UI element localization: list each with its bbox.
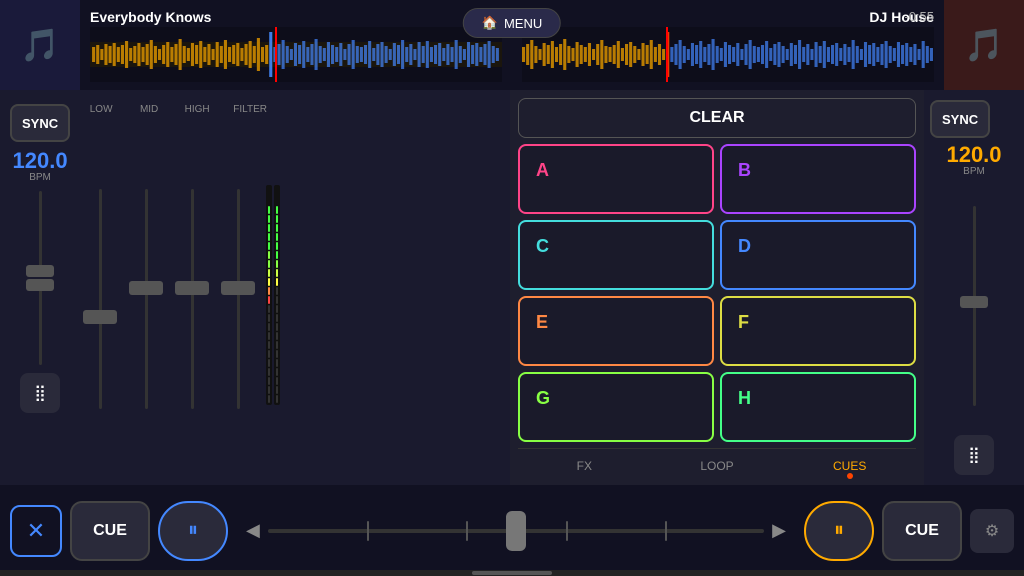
- right-music-note-icon: 🎵: [964, 26, 1004, 64]
- eq-low-handle[interactable]: [83, 310, 117, 324]
- right-pitch-handle[interactable]: [960, 296, 988, 308]
- left-music-note-icon: 🎵: [20, 26, 60, 64]
- right-bpm-value: 120.0: [946, 144, 1001, 166]
- left-track-art: 🎵: [0, 0, 80, 90]
- pitch-mark-3: [566, 521, 568, 541]
- pitch-crossfader: ◀ ▶: [236, 520, 796, 541]
- left-track-info: Everybody Knows -0:25: [80, 4, 512, 87]
- close-icon: ✕: [27, 518, 45, 544]
- cues-panel: CLEAR ABCDEFGH FXLOOPCUES: [510, 90, 924, 485]
- panel-tab-cues[interactable]: CUES: [783, 455, 916, 477]
- cue-pad-f[interactable]: F: [720, 296, 916, 366]
- eq-filter-label: FILTER: [230, 104, 270, 115]
- scroll-thumb: [472, 571, 552, 575]
- left-grid-icon: ⣿: [34, 383, 46, 403]
- right-dots-button[interactable]: ⣿: [954, 435, 994, 475]
- cue-pad-b[interactable]: B: [720, 144, 916, 214]
- eq-high-fader[interactable]: [174, 189, 210, 409]
- left-bpm-display: 120.0 BPM: [13, 150, 68, 183]
- settings-icon: ⚙: [985, 521, 999, 541]
- right-sync-button[interactable]: SYNC: [930, 100, 990, 138]
- scroll-bar[interactable]: [0, 570, 1024, 576]
- pitch-handle[interactable]: [506, 511, 526, 551]
- settings-button[interactable]: ⚙: [970, 509, 1014, 553]
- left-sync-button[interactable]: SYNC: [10, 104, 70, 142]
- clear-button[interactable]: CLEAR: [518, 98, 916, 138]
- cue-pad-e[interactable]: E: [518, 296, 714, 366]
- right-track-time: -0:55: [904, 9, 934, 24]
- right-track-info: DJ House -0:55: [512, 4, 944, 87]
- eq-filter-fader[interactable]: [220, 189, 256, 409]
- bottom-controls: ✕ CUE ⏸ ◀ ▶ ⏸ CUE ⚙: [0, 485, 1024, 576]
- right-waveform-svg: [522, 27, 934, 82]
- right-bpm-unit: BPM: [946, 166, 1001, 177]
- left-track-title: Everybody Knows: [90, 9, 502, 25]
- right-grid-icon: ⣿: [968, 445, 980, 465]
- pitch-track[interactable]: [268, 529, 764, 533]
- left-pause-button[interactable]: ⏸: [158, 501, 228, 561]
- left-pause-icon: ⏸: [188, 519, 198, 542]
- pitch-left-arrow[interactable]: ◀: [246, 520, 260, 541]
- right-waveform: [522, 27, 934, 82]
- right-deck: SYNC 120.0 BPM ⣿: [924, 90, 1024, 485]
- cue-pad-grid: ABCDEFGH: [518, 144, 916, 442]
- cue-pad-c[interactable]: C: [518, 220, 714, 290]
- right-bpm-display: 120.0 BPM: [946, 144, 1001, 177]
- pitch-mark-2: [466, 521, 468, 541]
- eq-low-fader[interactable]: [82, 189, 118, 409]
- left-playhead: [275, 27, 277, 82]
- left-pitch-track-lower: [39, 285, 42, 365]
- pitch-mark-4: [665, 521, 667, 541]
- eq-high-handle[interactable]: [175, 281, 209, 295]
- right-pause-button[interactable]: ⏸: [804, 501, 874, 561]
- left-bpm-unit: BPM: [13, 172, 68, 183]
- eq-mid-label: MID: [134, 104, 164, 115]
- right-track-art: 🎵: [944, 0, 1024, 90]
- header: 🎵 Everybody Knows -0:25: [0, 0, 1024, 90]
- left-dots-button[interactable]: ⣿: [20, 373, 60, 413]
- right-playhead: [666, 27, 668, 82]
- eq-mid-fader[interactable]: [128, 189, 164, 409]
- level-meter: [266, 189, 280, 409]
- eq-mid-handle[interactable]: [129, 281, 163, 295]
- left-pitch-handle-upper[interactable]: [26, 265, 54, 277]
- panel-tab-fx[interactable]: FX: [518, 455, 651, 477]
- cue-pad-a[interactable]: A: [518, 144, 714, 214]
- close-button[interactable]: ✕: [10, 505, 62, 557]
- eq-filter-handle[interactable]: [221, 281, 255, 295]
- eq-high-label: HIGH: [182, 104, 212, 115]
- left-cue-button[interactable]: CUE: [70, 501, 150, 561]
- home-icon: 🏠: [482, 15, 498, 31]
- eq-low-label: LOW: [86, 104, 116, 115]
- right-track-title: DJ House: [522, 9, 934, 25]
- right-cue-button[interactable]: CUE: [882, 501, 962, 561]
- cue-pad-d[interactable]: D: [720, 220, 916, 290]
- left-pitch-handle-lower[interactable]: [26, 279, 54, 291]
- left-waveform: [90, 27, 502, 82]
- left-bpm-value: 120.0: [13, 150, 68, 172]
- cue-pad-g[interactable]: G: [518, 372, 714, 442]
- panel-tabs: FXLOOPCUES: [518, 448, 916, 477]
- left-deck: SYNC 120.0 BPM ⣿ LOW: [0, 90, 510, 485]
- right-pause-icon: ⏸: [834, 519, 844, 542]
- pitch-right-arrow[interactable]: ▶: [772, 520, 786, 541]
- menu-label: MENU: [504, 16, 542, 31]
- left-waveform-svg: [90, 27, 502, 82]
- panel-tab-loop[interactable]: LOOP: [651, 455, 784, 477]
- main-area: SYNC 120.0 BPM ⣿ LOW: [0, 90, 1024, 485]
- pitch-mark-1: [367, 521, 369, 541]
- menu-button[interactable]: 🏠 MENU: [463, 8, 561, 38]
- left-pitch-track-upper: [39, 191, 42, 271]
- cue-pad-h[interactable]: H: [720, 372, 916, 442]
